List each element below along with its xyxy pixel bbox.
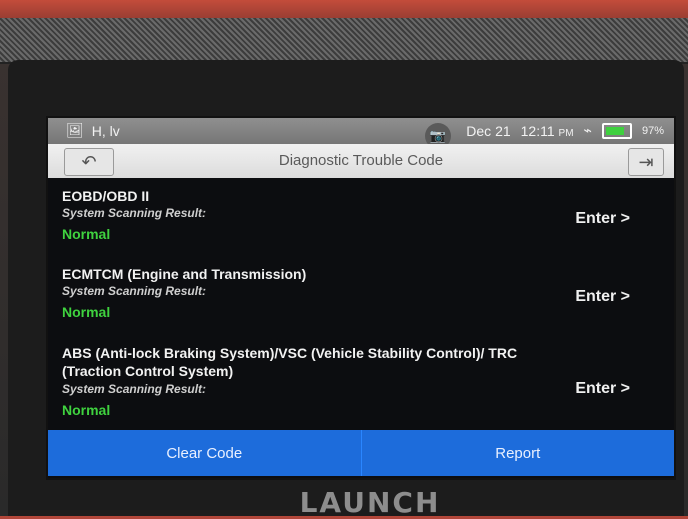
time: 12:11 PM bbox=[520, 122, 574, 139]
system-name: ABS (Anti-lock Braking System)/VSC (Vehi… bbox=[62, 345, 518, 379]
clear-code-button[interactable]: Clear Code bbox=[48, 430, 361, 476]
battery-percent: 97% bbox=[641, 124, 664, 137]
title-bar: ↶ Diagnostic Trouble Code ⇥ bbox=[48, 144, 674, 178]
status-left-text: H, lv bbox=[91, 122, 120, 139]
page-title: Diagnostic Trouble Code bbox=[278, 152, 444, 169]
enter-button[interactable]: Enter > bbox=[575, 288, 630, 306]
status-normal: Normal bbox=[62, 304, 111, 320]
result-label: System Scanning Result: bbox=[62, 382, 207, 396]
result-label: System Scanning Result: bbox=[62, 206, 207, 220]
status-normal: Normal bbox=[62, 402, 111, 418]
result-label: System Scanning Result: bbox=[62, 284, 207, 298]
device-red-trim bbox=[0, 0, 688, 18]
list-item[interactable]: ECMTCM (Engine and Transmission) System … bbox=[48, 260, 674, 338]
systems-list: EOBD/OBD II System Scanning Result: Norm… bbox=[48, 182, 674, 430]
exit-icon: ⇥ bbox=[638, 151, 654, 172]
screen: 🖼 H, lv 📷 Dec 21 12:11 PM ⌁ 97% ↶ Diagno… bbox=[48, 118, 674, 478]
report-button[interactable]: Report bbox=[360, 430, 675, 476]
status-bar: 🖼 H, lv 📷 Dec 21 12:11 PM ⌁ 97% bbox=[48, 118, 674, 149]
bottom-action-bar: Clear Code Report bbox=[48, 430, 674, 476]
enter-button[interactable]: Enter > bbox=[575, 210, 630, 228]
exit-button[interactable]: ⇥ bbox=[628, 148, 664, 176]
date: Dec 21 bbox=[466, 122, 511, 139]
wifi-icon: ⌁ bbox=[583, 122, 592, 138]
system-name: ECMTCM (Engine and Transmission) bbox=[62, 266, 307, 282]
launch-logo: LAUNCH bbox=[299, 486, 441, 519]
status-normal: Normal bbox=[62, 226, 111, 242]
system-name: EOBD/OBD II bbox=[62, 188, 150, 204]
list-item[interactable]: EOBD/OBD II System Scanning Result: Norm… bbox=[48, 182, 674, 260]
list-item[interactable]: ABS (Anti-lock Braking System)/VSC (Vehi… bbox=[48, 338, 674, 430]
image-icon: 🖼 bbox=[66, 122, 84, 138]
battery-icon bbox=[601, 122, 632, 139]
enter-button[interactable]: Enter > bbox=[575, 380, 630, 398]
